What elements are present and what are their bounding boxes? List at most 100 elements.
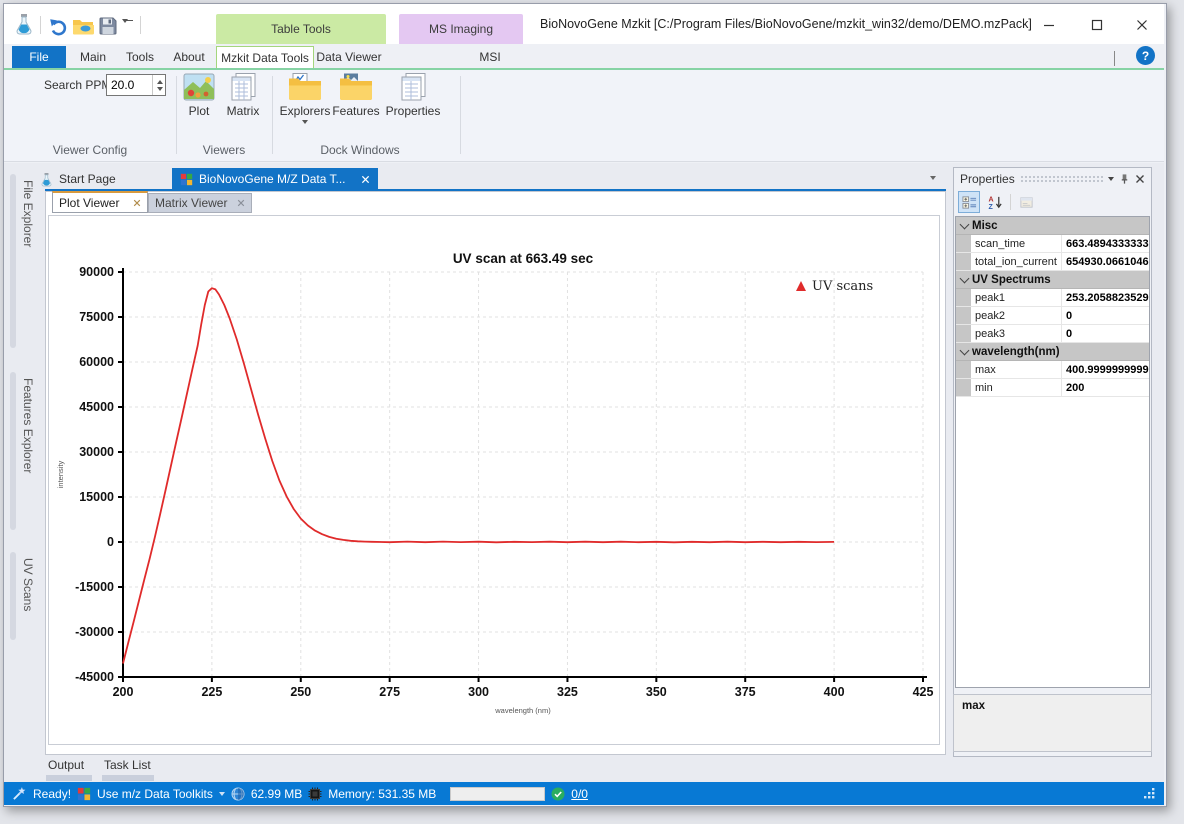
property-value[interactable]: 400.9999999999 [1062,361,1149,378]
properties-button[interactable]: Properties [383,72,443,118]
contextual-tab-ms-imaging[interactable]: MS Imaging [399,14,523,44]
panel-menu-button[interactable] [1108,177,1114,181]
property-category-label: UV Spectrums [972,274,1051,286]
property-row[interactable]: peak30 [956,325,1149,343]
matrix-button[interactable]: Matrix [220,72,266,118]
explorers-button[interactable]: Explorers [277,72,333,124]
app-flask-icon [14,13,34,35]
svg-text:-15000: -15000 [75,580,114,594]
properties-sheet-icon [398,72,428,102]
collapse-icon[interactable] [960,219,970,229]
properties-toolbar: AZ [954,190,1151,214]
bottom-tab-task-list[interactable]: Task List [104,758,151,772]
qat-dropdown-button[interactable] [122,20,134,37]
property-key: total_ion_current [971,253,1062,270]
sidebar-item-features-explorer[interactable]: Features Explorer [6,370,40,532]
property-value[interactable]: 654930.0661046 [1062,253,1149,270]
sidebar-item-file-explorer[interactable]: File Explorer [6,172,40,350]
tab-data-viewer[interactable]: Data Viewer [314,46,384,68]
cube-icon [180,173,193,186]
close-button[interactable] [1126,12,1158,38]
tab-plot-viewer[interactable]: Plot Viewer [52,191,148,213]
sort-alphabetical-button[interactable]: AZ [984,191,1006,213]
tab-tools[interactable]: Tools [116,46,164,68]
close-icon[interactable] [1135,174,1145,184]
features-folder-icon [339,72,373,102]
collapse-icon[interactable] [960,345,970,355]
property-value[interactable]: 253.2058823529 [1062,289,1149,306]
property-category-label: wavelength(nm) [972,346,1060,358]
plot-button[interactable]: Plot [180,72,218,118]
property-value[interactable]: 663.4894333333 [1062,235,1149,252]
doc-tab-start-page[interactable]: Start Page [40,168,166,190]
tab-msi[interactable]: MSI [452,46,528,68]
save-button[interactable] [98,16,118,36]
bottom-tab-output[interactable]: Output [48,758,84,772]
tab-mzkit-data-tools[interactable]: Mzkit Data Tools [216,46,314,68]
tab-indicator [46,775,92,781]
tab-about[interactable]: About [164,46,214,68]
property-value[interactable]: 200 [1062,379,1149,396]
status-toolkits-button[interactable]: Use m/z Data Toolkits [97,787,213,801]
status-ready-label: Ready! [33,787,71,801]
property-value[interactable]: 0 [1062,325,1149,342]
status-bar: Ready! Use m/z Data Toolkits 62.99 MB Me… [4,782,1164,805]
tab-file[interactable]: File [12,46,66,68]
collapse-icon[interactable] [960,273,970,283]
search-ppm-stepper[interactable] [152,75,166,95]
close-icon[interactable] [237,199,245,207]
tab-indicator [10,372,16,530]
svg-text:400: 400 [824,685,845,699]
open-folder-button[interactable] [72,16,94,36]
pin-icon[interactable] [1119,173,1130,185]
properties-panel-title: Properties [960,172,1015,186]
close-icon[interactable] [133,199,141,207]
minimize-button[interactable] [1033,12,1065,38]
property-category[interactable]: UV Spectrums [956,271,1149,289]
property-key: scan_time [971,235,1062,252]
svg-text:375: 375 [735,685,756,699]
ribbon-collapse-button[interactable] [1114,52,1115,66]
features-button[interactable]: Features [331,72,381,118]
doc-tab-label: BioNovoGene M/Z Data T... [199,172,355,186]
doc-tab-label: Start Page [59,172,116,186]
status-tasks-link[interactable]: 0/0 [571,787,588,801]
categorized-view-button[interactable] [958,191,980,213]
property-row[interactable]: scan_time663.4894333333 [956,235,1149,253]
property-key: peak3 [971,325,1062,342]
property-row[interactable]: max400.9999999999 [956,361,1149,379]
doc-tab-overflow-button[interactable] [930,176,936,180]
group-separator [272,76,273,154]
row-margin [956,235,971,252]
caret-down-icon [302,120,308,124]
caret-down-icon[interactable] [219,792,225,796]
doc-tab-active[interactable]: BioNovoGene M/Z Data T... [172,168,378,190]
maximize-button[interactable] [1081,12,1113,38]
undo-button[interactable] [48,16,68,36]
svg-text:325: 325 [557,685,578,699]
status-disk-label: 62.99 MB [251,787,302,801]
svg-text:30000: 30000 [79,445,114,459]
task-progress-bar [450,787,545,801]
contextual-tab-table-tools[interactable]: Table Tools [216,14,386,44]
spinner-down-icon[interactable] [157,87,163,91]
svg-text:300: 300 [468,685,489,699]
caret-down-icon [122,19,128,37]
property-value[interactable]: 0 [1062,307,1149,324]
svg-text:UV scans: UV scans [812,279,873,294]
sidebar-item-uv-scans[interactable]: UV Scans [6,550,40,642]
uv-scan-chart[interactable]: 9000075000600004500030000150000-15000-30… [48,215,940,745]
property-category[interactable]: wavelength(nm) [956,343,1149,361]
property-row[interactable]: total_ion_current654930.0661046 [956,253,1149,271]
resize-grip[interactable] [1143,787,1156,800]
group-dock-windows: Dock Windows [282,143,438,157]
tab-main[interactable]: Main [70,46,116,68]
tab-matrix-viewer[interactable]: Matrix Viewer [148,193,252,213]
spinner-up-icon[interactable] [157,80,163,84]
property-row[interactable]: peak20 [956,307,1149,325]
property-category[interactable]: Misc [956,217,1149,235]
property-row[interactable]: min200 [956,379,1149,397]
help-button[interactable]: ? [1136,46,1155,65]
close-icon[interactable] [361,175,370,184]
property-row[interactable]: peak1253.2058823529 [956,289,1149,307]
